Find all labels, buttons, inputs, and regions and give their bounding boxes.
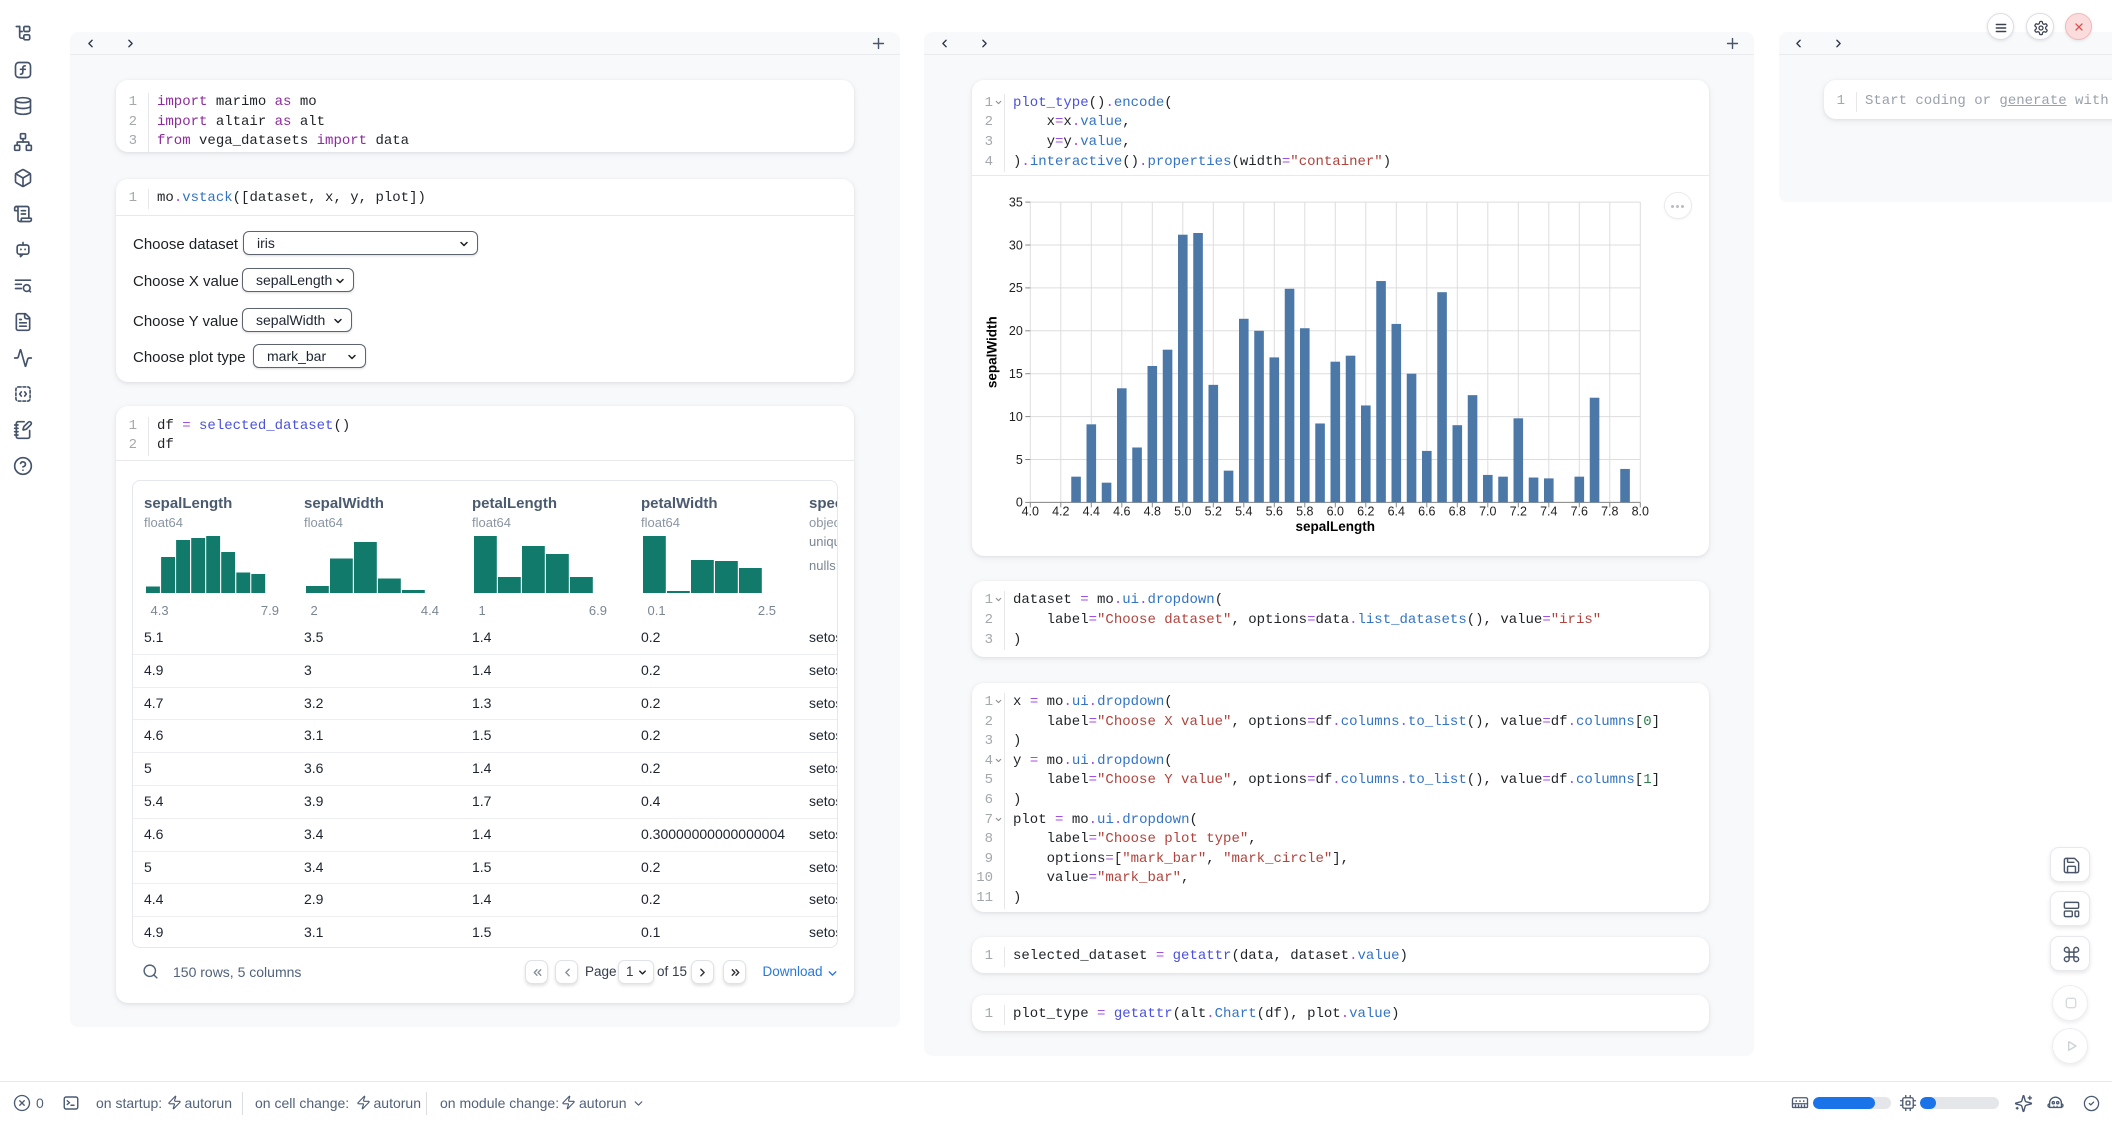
svg-text:15: 15 bbox=[1009, 367, 1023, 381]
svg-text:5: 5 bbox=[1016, 453, 1023, 467]
svg-text:7.2: 7.2 bbox=[1510, 505, 1527, 519]
svg-text:5.0: 5.0 bbox=[1174, 505, 1191, 519]
svg-text:6.6: 6.6 bbox=[1418, 505, 1435, 519]
svg-text:5.2: 5.2 bbox=[1205, 505, 1222, 519]
svg-text:5.8: 5.8 bbox=[1296, 505, 1313, 519]
svg-text:4.0: 4.0 bbox=[1022, 505, 1039, 519]
svg-text:4.6: 4.6 bbox=[1113, 505, 1130, 519]
svg-text:7.0: 7.0 bbox=[1479, 505, 1496, 519]
svg-text:7.4: 7.4 bbox=[1540, 505, 1557, 519]
svg-text:4.4: 4.4 bbox=[1083, 505, 1100, 519]
svg-text:5.6: 5.6 bbox=[1266, 505, 1283, 519]
svg-text:8.0: 8.0 bbox=[1632, 505, 1649, 519]
svg-text:7.6: 7.6 bbox=[1571, 505, 1588, 519]
svg-text:6.8: 6.8 bbox=[1449, 505, 1466, 519]
svg-text:10: 10 bbox=[1009, 410, 1023, 424]
svg-text:4.8: 4.8 bbox=[1144, 505, 1161, 519]
svg-text:6.2: 6.2 bbox=[1357, 505, 1374, 519]
svg-text:7.8: 7.8 bbox=[1601, 505, 1618, 519]
svg-text:25: 25 bbox=[1009, 281, 1023, 295]
svg-text:0: 0 bbox=[1016, 496, 1023, 510]
svg-text:6.4: 6.4 bbox=[1388, 505, 1405, 519]
svg-text:4.2: 4.2 bbox=[1052, 505, 1069, 519]
svg-text:sepalLength: sepalLength bbox=[1296, 519, 1376, 534]
svg-text:30: 30 bbox=[1009, 238, 1023, 252]
svg-text:5.4: 5.4 bbox=[1235, 505, 1252, 519]
svg-text:sepalWidth: sepalWidth bbox=[985, 316, 1000, 388]
svg-text:35: 35 bbox=[1009, 195, 1023, 209]
svg-text:20: 20 bbox=[1009, 324, 1023, 338]
svg-text:6.0: 6.0 bbox=[1327, 505, 1344, 519]
